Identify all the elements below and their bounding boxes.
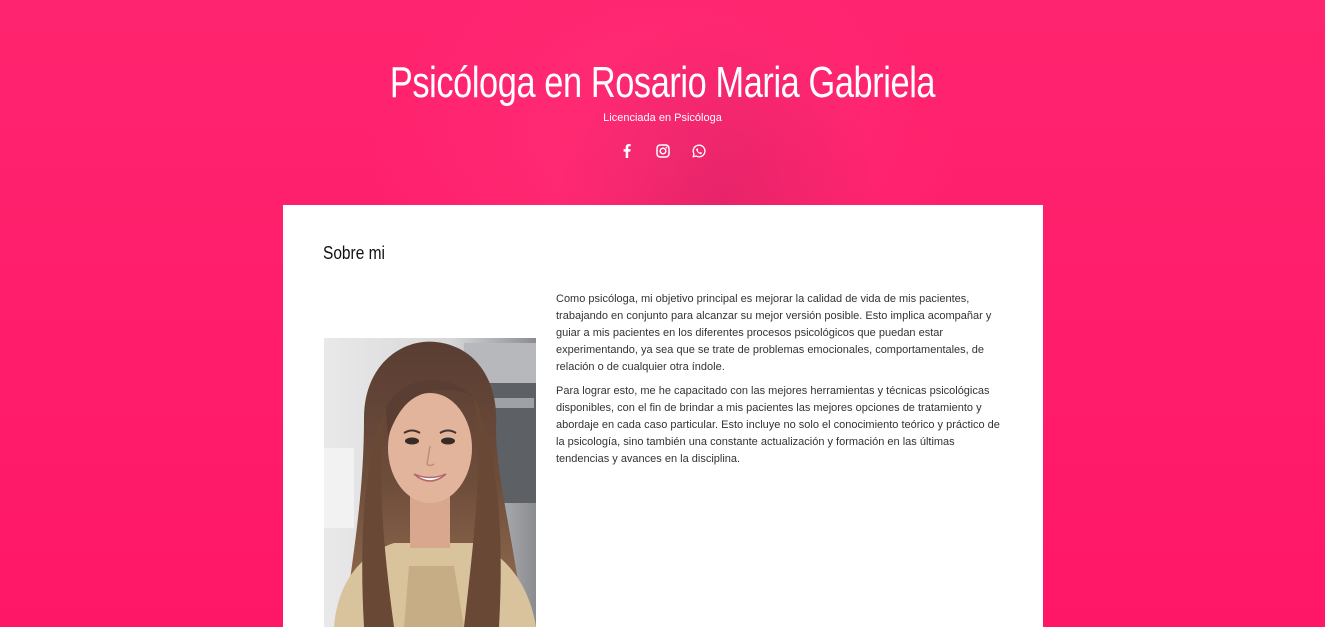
about-text: Como psicóloga, mi objetivo principal es… — [556, 291, 1002, 475]
whatsapp-link[interactable] — [692, 144, 706, 158]
about-card: Sobre mi Como psicóloga, mi objetivo pri… — [283, 205, 1043, 627]
about-paragraph: Para lograr esto, me he capacitado con l… — [556, 385, 1000, 465]
site-subtitle: Licenciada en Psicóloga — [603, 112, 722, 124]
facebook-link[interactable] — [620, 144, 634, 158]
site-header: Psicóloga en Rosario Maria Gabriela Lice… — [0, 0, 1325, 158]
site-title: Psicóloga en Rosario Maria Gabriela — [389, 58, 936, 107]
profile-photo-illustration — [324, 338, 536, 627]
instagram-icon — [655, 144, 670, 158]
profile-photo — [324, 338, 536, 627]
about-paragraph: Como psicóloga, mi objetivo principal es… — [556, 293, 992, 373]
instagram-link[interactable] — [655, 144, 670, 158]
facebook-icon — [623, 144, 631, 158]
whatsapp-icon — [692, 144, 706, 158]
social-links — [0, 144, 1325, 158]
about-title: Sobre mi — [323, 243, 385, 263]
